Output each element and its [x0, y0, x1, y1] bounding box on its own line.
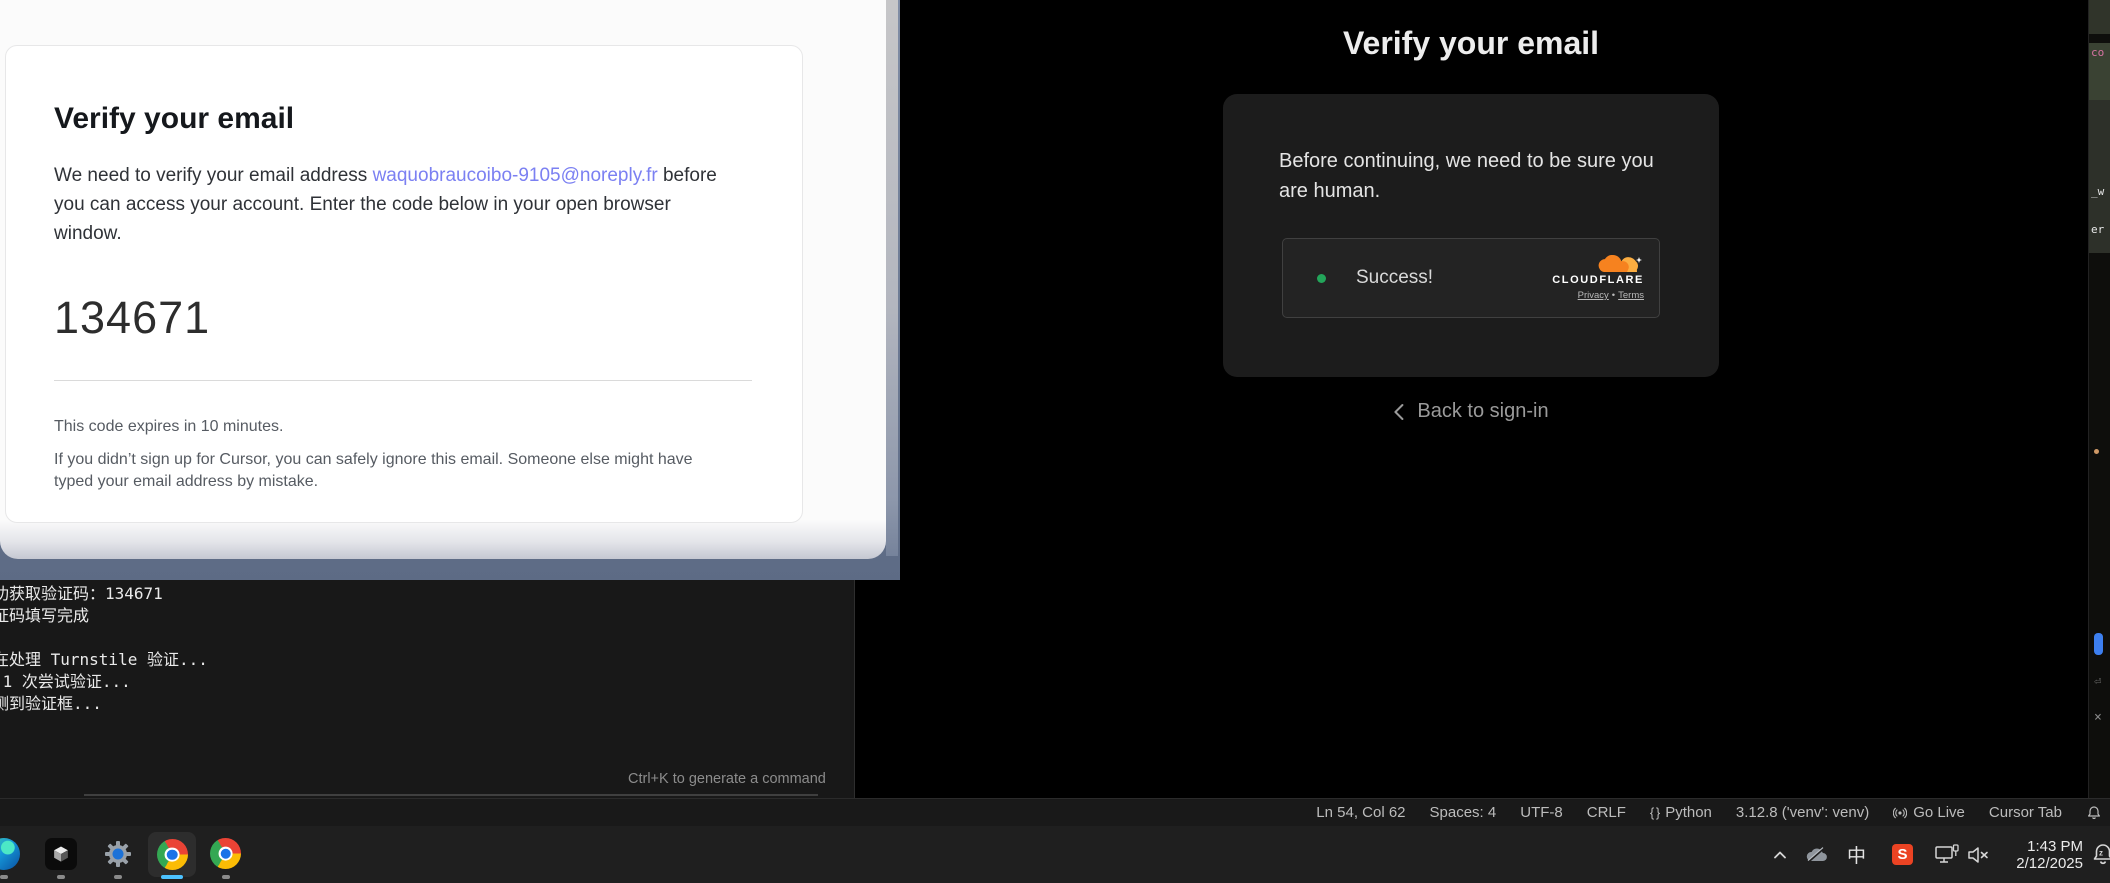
- terminal-panel: 功获取验证码：134671 证码填写完成 在处理 Turnstile 验证...…: [0, 580, 854, 798]
- ignore-note: If you didn’t sign up for Cursor, you ca…: [54, 449, 730, 493]
- code-fragment: co: [2091, 46, 2104, 59]
- back-link-label: Back to sign-in: [1417, 400, 1548, 423]
- cursor-cube-icon: [50, 843, 72, 865]
- email-heading: Verify your email: [54, 102, 802, 136]
- email-body-text: We need to verify your email address waq…: [54, 161, 730, 248]
- terminal-line: 1 次尝试验证...: [0, 671, 208, 693]
- code-fragment: _w: [2091, 185, 2104, 198]
- divider: [54, 380, 752, 381]
- gear-icon: [102, 838, 134, 870]
- running-indicator: [0, 875, 8, 879]
- cursor-taskbar-icon[interactable]: [45, 838, 77, 870]
- modified-dot: [2094, 449, 2099, 454]
- terminal-line: 在处理 Turnstile 验证...: [0, 649, 208, 671]
- cursor-tab-setting[interactable]: Cursor Tab: [1977, 799, 2074, 826]
- desktop: Verify your email Before continuing, we …: [0, 0, 2110, 883]
- email-window-body: Verify your email We need to verify your…: [0, 0, 886, 559]
- sogou-input-tray-icon[interactable]: S: [1892, 826, 1913, 883]
- running-indicator: [114, 875, 122, 879]
- code-fragment: er: [2091, 223, 2104, 236]
- terminal-line: 测到验证框...: [0, 693, 208, 715]
- expiry-note: This code expires in 10 minutes.: [54, 418, 754, 436]
- settings-taskbar-icon[interactable]: [102, 838, 134, 870]
- email-address-link[interactable]: waquobraucoibo-9105@noreply.fr: [373, 165, 658, 186]
- ctrl-k-hint: Ctrl+K to generate a command: [628, 771, 826, 787]
- statusbar: Ln 54, Col 62 Spaces: 4 UTF-8 CRLF { } P…: [0, 798, 2110, 826]
- return-icon: ⏎: [2094, 674, 2101, 688]
- python-interpreter[interactable]: 3.12.8 ('venv': venv): [1724, 799, 1881, 826]
- human-check-card: Before continuing, we need to be sure yo…: [1223, 94, 1719, 377]
- back-to-signin-link[interactable]: Back to sign-in: [1393, 400, 1548, 423]
- eol-sequence[interactable]: CRLF: [1575, 799, 1638, 826]
- volume-muted-icon: [1966, 844, 1990, 866]
- panel-divider: [854, 580, 855, 798]
- success-status-icon: [1317, 274, 1326, 283]
- taskbar-clock[interactable]: 1:43 PM 2/12/2025: [2016, 826, 2083, 883]
- terminal-output: 功获取验证码：134671 证码填写完成 在处理 Turnstile 验证...…: [0, 583, 208, 715]
- chrome-icon: [157, 839, 188, 870]
- email-preview-window: Verify your email We need to verify your…: [0, 0, 900, 580]
- chrome-icon: [210, 838, 241, 869]
- running-indicator: [222, 875, 230, 879]
- taskbar: 中 S 1:43 PM 2/12/2025: [0, 826, 2110, 883]
- human-check-text: Before continuing, we need to be sure yo…: [1279, 146, 1663, 206]
- links-separator: •: [1612, 290, 1615, 301]
- edge-taskbar-icon[interactable]: [0, 838, 20, 870]
- scrollbar-thumb[interactable]: [2094, 633, 2103, 655]
- chrome-taskbar-icon-2[interactable]: [210, 838, 241, 869]
- verification-page: Verify your email Before continuing, we …: [854, 0, 2088, 798]
- editor-edge-strip: co _w er ⏎ ×: [2088, 0, 2110, 798]
- verification-code: 134671: [54, 292, 802, 344]
- body-prefix: We need to verify your email address: [54, 165, 373, 186]
- terminal-line: 功获取验证码：134671: [0, 583, 208, 605]
- cloud-offline-icon: [1804, 845, 1830, 865]
- network-tray-icon[interactable]: [1934, 826, 1960, 883]
- horizontal-scrollbar[interactable]: [84, 794, 818, 796]
- scrollbar[interactable]: [886, 0, 898, 556]
- ethernet-network-icon: [1934, 843, 1960, 867]
- email-card: Verify your email We need to verify your…: [5, 45, 803, 523]
- chrome-taskbar-icon-active[interactable]: [148, 832, 196, 877]
- svg-text:z: z: [2099, 848, 2103, 857]
- terminal-line: 证码填写完成: [0, 605, 208, 627]
- notifications-button[interactable]: [2074, 799, 2110, 826]
- indentation[interactable]: Spaces: 4: [1418, 799, 1509, 826]
- notification-center-button[interactable]: z: [2090, 826, 2110, 883]
- terms-link[interactable]: Terms: [1618, 290, 1644, 301]
- chinese-ime-icon: 中: [1847, 841, 1866, 868]
- bell-dnd-icon: z: [2090, 842, 2110, 868]
- onedrive-tray-icon[interactable]: [1804, 826, 1830, 883]
- terminal-line: [0, 627, 208, 649]
- page-title: Verify your email: [854, 0, 2088, 62]
- close-icon[interactable]: ×: [2094, 710, 2102, 725]
- tray-overflow-button[interactable]: [1770, 826, 1790, 883]
- chevron-up-icon: [1770, 845, 1790, 865]
- cursor-position[interactable]: Ln 54, Col 62: [1304, 799, 1417, 826]
- braces-icon: { }: [1650, 805, 1659, 820]
- go-live-label: Go Live: [1913, 804, 1965, 821]
- sogou-icon: S: [1892, 844, 1913, 865]
- active-running-indicator: [161, 875, 183, 879]
- encoding[interactable]: UTF-8: [1508, 799, 1575, 826]
- language-mode[interactable]: { } Python: [1638, 799, 1724, 826]
- chevron-left-icon: [1393, 403, 1404, 421]
- go-live[interactable]: Go Live: [1881, 799, 1977, 826]
- time-label: 1:43 PM: [2016, 838, 2083, 855]
- cloudflare-wordmark: CLOUDFLARE: [1552, 275, 1644, 286]
- ime-mode-indicator[interactable]: 中: [1847, 826, 1866, 883]
- date-label: 2/12/2025: [2016, 855, 2083, 872]
- turnstile-status: Success!: [1356, 267, 1433, 289]
- bell-icon: [2086, 805, 2102, 821]
- selection-highlight: [2089, 0, 2110, 34]
- cloudflare-branding: CLOUDFLARE Privacy•Terms: [1552, 255, 1644, 301]
- running-indicator: [57, 875, 65, 879]
- privacy-link[interactable]: Privacy: [1578, 290, 1609, 301]
- cloudflare-turnstile-widget[interactable]: Success! CLOUDFLARE Privacy•Terms: [1282, 238, 1660, 318]
- broadcast-icon: [1893, 806, 1907, 820]
- language-label: Python: [1665, 804, 1712, 821]
- volume-tray-icon[interactable]: [1966, 826, 1990, 883]
- turnstile-legal-links: Privacy•Terms: [1578, 290, 1644, 301]
